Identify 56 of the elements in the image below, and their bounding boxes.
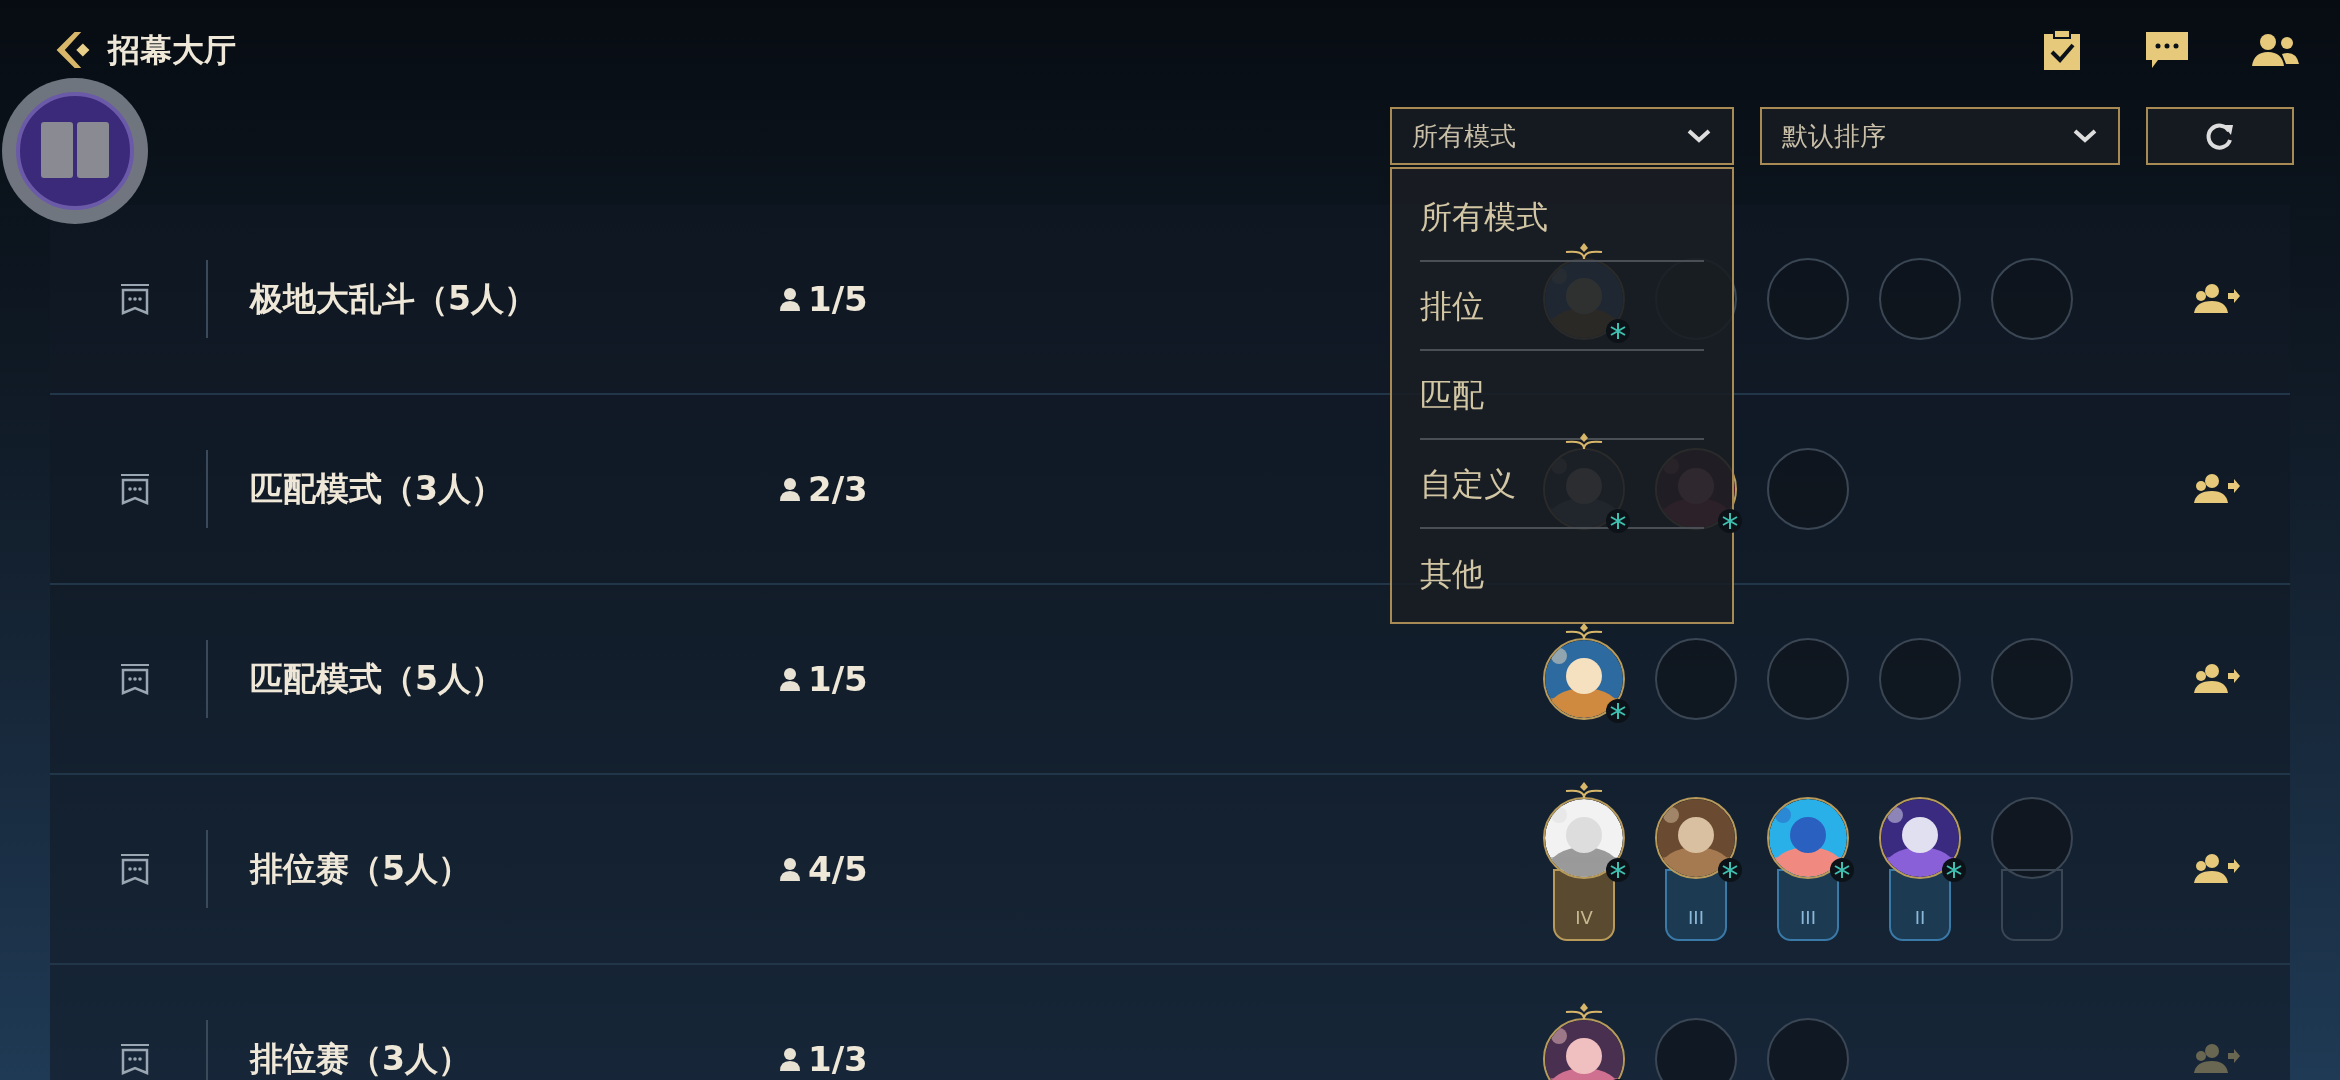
join-button[interactable] — [2192, 663, 2240, 695]
banner-chat-icon — [120, 853, 150, 885]
role-badge-icon — [1605, 698, 1631, 724]
crown-icon — [1564, 622, 1604, 640]
crown-icon — [1564, 1002, 1604, 1020]
menu-item[interactable]: 匹配 — [1420, 351, 1704, 440]
person-icon — [780, 857, 800, 881]
role-badge-icon — [1605, 857, 1631, 883]
back-button[interactable]: 招幕大厅 — [50, 27, 236, 73]
join-icon — [2192, 853, 2240, 885]
person-icon — [780, 477, 800, 501]
banner-chat-icon — [120, 1043, 150, 1075]
room-title: 匹配模式（5人） — [250, 658, 505, 701]
room-title: 极地大乱斗（5人） — [250, 278, 538, 321]
task-icon[interactable] — [2042, 28, 2082, 72]
menu-item[interactable]: 所有模式 — [1420, 173, 1704, 262]
member-count: 2/3 — [808, 467, 868, 511]
rank-banner — [2001, 869, 2063, 941]
banner-chat-icon — [120, 663, 150, 695]
person-icon — [780, 287, 800, 311]
crown-icon — [1564, 432, 1604, 450]
join-icon — [2192, 1043, 2240, 1075]
banner-chat-icon — [120, 283, 150, 315]
join-icon — [2192, 663, 2240, 695]
join-button[interactable] — [2192, 283, 2240, 315]
person-icon — [780, 667, 800, 691]
crown-icon — [1564, 242, 1604, 260]
member-count: 4/5 — [808, 847, 868, 891]
chevron-icon — [1686, 128, 1712, 144]
crown-icon — [1564, 781, 1604, 799]
room-title: 排位赛（5人） — [250, 848, 472, 891]
person-icon — [780, 1047, 800, 1071]
role-badge-icon — [1717, 508, 1743, 534]
banner-chat-icon — [120, 473, 150, 505]
refresh-icon — [2205, 121, 2235, 151]
sort-dropdown[interactable]: 默认排序 — [1760, 107, 2120, 165]
mode-dropdown[interactable]: 所有模式 — [1390, 107, 1734, 165]
room-title: 排位赛（3人） — [250, 1038, 472, 1080]
join-icon — [2192, 473, 2240, 505]
menu-item[interactable]: 其他 — [1420, 529, 1704, 618]
room-title: 匹配模式（3人） — [250, 468, 505, 511]
member-count: 1/5 — [808, 277, 868, 321]
join-icon — [2192, 283, 2240, 315]
role-badge-icon — [1605, 318, 1631, 344]
chat-icon[interactable] — [2144, 30, 2190, 70]
member-count: 1/3 — [808, 1037, 868, 1080]
role-badge-icon — [1717, 857, 1743, 883]
member-count: 1/5 — [808, 657, 868, 701]
role-badge-icon — [1941, 857, 1967, 883]
join-button[interactable] — [2192, 473, 2240, 505]
friends-icon[interactable] — [2252, 32, 2300, 68]
refresh-button[interactable] — [2146, 107, 2294, 165]
role-badge-icon — [1605, 508, 1631, 534]
chevron-icon — [2072, 128, 2098, 144]
join-button[interactable] — [2192, 853, 2240, 885]
role-badge-icon — [1829, 857, 1855, 883]
